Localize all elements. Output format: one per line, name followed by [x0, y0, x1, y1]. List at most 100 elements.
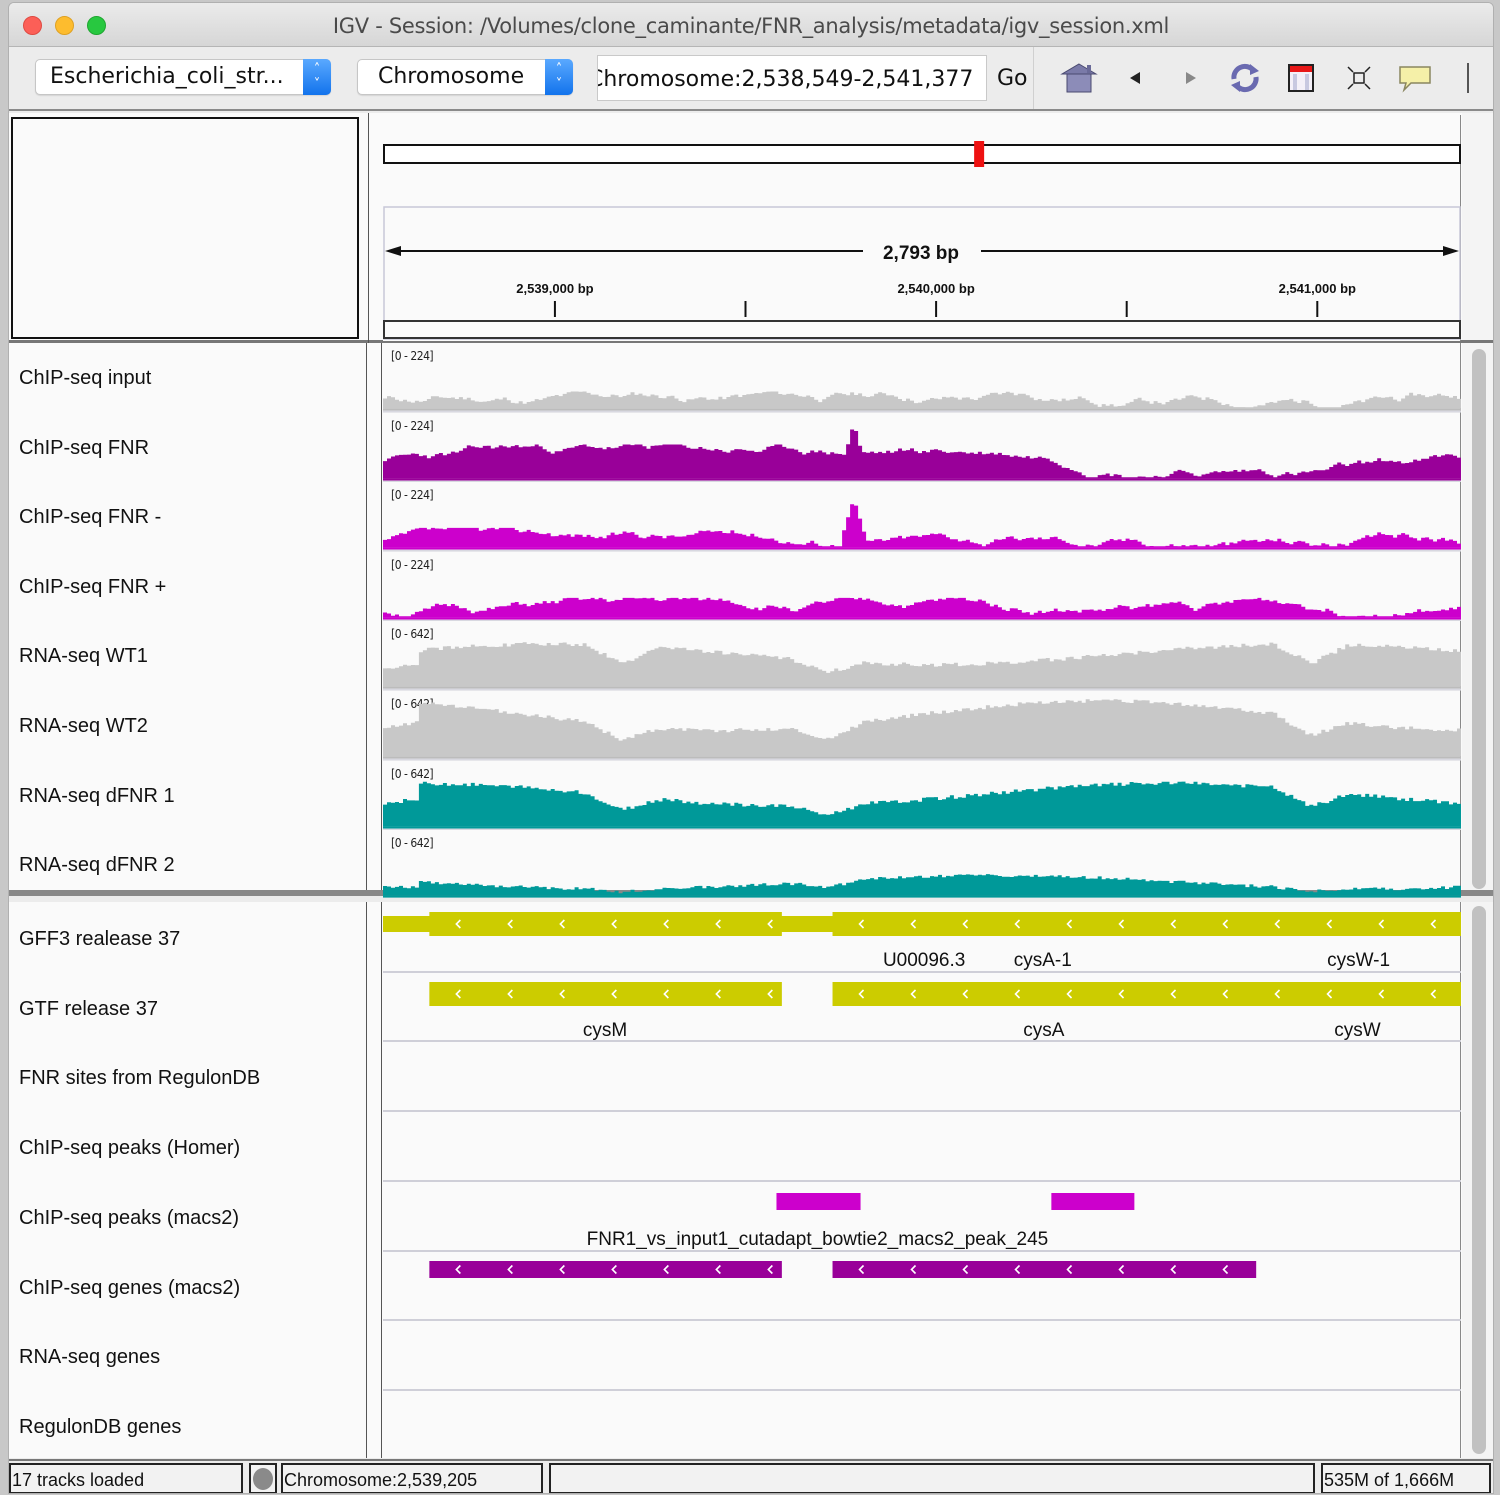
feature-label: cysA-1: [1013, 950, 1072, 971]
popup-info-icon[interactable]: [1395, 61, 1435, 95]
coverage-track: [383, 504, 1461, 552]
locus-input[interactable]: Chromosome:2,538,549-2,541,377: [597, 55, 987, 101]
coverage-track: [383, 391, 1461, 413]
track-name[interactable]: ChIP-seq FNR +: [19, 576, 166, 599]
data-panel-scrollbar[interactable]: [1462, 343, 1493, 890]
message-status: [549, 1463, 1315, 1493]
track-name[interactable]: ChIP-seq peaks (macs2): [19, 1207, 239, 1230]
feature-label: U00096.3: [882, 950, 966, 971]
data-panel: ChIP-seq input ChIP-seq FNR ChIP-seq FNR -…: [9, 343, 1493, 898]
feature-label: cysM: [582, 1019, 628, 1041]
track-baseline: [383, 478, 1461, 481]
ruler-tick-label: 2,541,000 bp: [1279, 281, 1356, 296]
track-name[interactable]: ChIP-seq input: [19, 367, 151, 390]
cursor-position-status: Chromosome:2,539,205: [281, 1463, 543, 1493]
track-name[interactable]: ChIP-seq genes (macs2): [19, 1277, 240, 1300]
coverage-area: [383, 504, 1461, 548]
attribute-column: [368, 902, 382, 1458]
track-baseline: [383, 547, 1461, 550]
refresh-icon[interactable]: [1225, 61, 1265, 95]
ruler-area[interactable]: 2,793 bp 2,539,000 bp 2,540,000 bp 2,541,0…: [383, 115, 1461, 341]
igv-window: IGV - Session: /Volumes/clone_caminante/…: [8, 2, 1494, 1494]
tracks-loaded-status: 17 tracks loaded: [9, 1463, 243, 1493]
chromosome-select-value: Chromosome: [378, 64, 525, 89]
track-name[interactable]: RNA-seq WT2: [19, 715, 148, 738]
chevron-updown-icon: ˄ ˅: [303, 59, 331, 95]
peak-feature[interactable]: [776, 1192, 861, 1210]
coverage-track: [383, 642, 1461, 691]
gene-feature[interactable]: [429, 1260, 782, 1278]
gene-feature[interactable]: [429, 981, 782, 1006]
track-name[interactable]: GTF release 37: [19, 998, 158, 1021]
activity-icon: [253, 1468, 273, 1490]
toolbar: Escherichia_coli_str... ˄ ˅ Chromosome ˄ ˅…: [9, 47, 1493, 111]
gene-feature[interactable]: [832, 912, 1461, 936]
status-bar: 17 tracks loaded Chromosome:2,539,205 53…: [9, 1459, 1493, 1493]
feature-panel-scrollbar[interactable]: [1462, 902, 1493, 1458]
feature-track-names: GFF3 realease 37 GTF release 37 FNR sites …: [9, 902, 367, 1458]
track-baseline: [383, 408, 1461, 411]
track-name[interactable]: RNA-seq WT1: [19, 645, 148, 668]
coverage-track: [383, 874, 1461, 898]
span-label: 2,793 bp: [883, 243, 959, 264]
title-bar: IGV - Session: /Volumes/clone_caminante/…: [9, 3, 1493, 47]
data-track-area[interactable]: [0 - 224] [0 - 224] [0 - 224] [0 - 224] [0 -…: [383, 343, 1461, 898]
feature-track: [429, 1260, 1257, 1278]
chevron-updown-icon: ˄ ˅: [545, 59, 573, 95]
track-name[interactable]: FNR sites from RegulonDB: [19, 1067, 260, 1090]
home-icon[interactable]: [1059, 61, 1099, 95]
coverage-area: [383, 391, 1461, 409]
attribute-column: [368, 343, 382, 890]
feature-label: cysA: [1023, 1019, 1065, 1041]
gene-feature[interactable]: [832, 1260, 1257, 1278]
ruler-tick-label: 2,539,000 bp: [516, 281, 593, 296]
coverage-track: [383, 699, 1461, 761]
feature-track: [383, 1111, 1461, 1181]
scroll-thumb[interactable]: [1472, 906, 1486, 1454]
track-name[interactable]: RNA-seq dFNR 1: [19, 785, 175, 808]
feature-label: cysW: [1334, 1019, 1381, 1041]
header-panel: 2,793 bp 2,539,000 bp 2,540,000 bp 2,541,0…: [9, 113, 1493, 343]
track-name[interactable]: RegulonDB genes: [19, 1416, 181, 1439]
track-name[interactable]: ChIP-seq FNR: [19, 437, 149, 460]
feature-track: [383, 1390, 1461, 1460]
memory-status: 535M of 1,666M: [1321, 1463, 1491, 1493]
feature-track: [383, 1041, 1461, 1111]
coverage-track: [383, 781, 1461, 831]
track-baseline: [383, 756, 1461, 759]
feature-label: cysW-1: [1327, 950, 1391, 971]
activity-indicator: [249, 1463, 277, 1493]
track-baseline: [383, 617, 1461, 620]
track-name[interactable]: RNA-seq dFNR 2: [19, 854, 175, 877]
feature-panel: GFF3 realease 37 GTF release 37 FNR sites …: [9, 902, 1493, 1458]
coverage-track: [383, 597, 1461, 622]
peak-feature[interactable]: [1051, 1192, 1135, 1210]
fit-window-icon[interactable]: [1339, 61, 1379, 95]
feature-track: [383, 1320, 1461, 1390]
track-name[interactable]: GFF3 realease 37: [19, 928, 180, 951]
toolbar-end-divider: [1467, 63, 1469, 93]
data-track-names: ChIP-seq input ChIP-seq FNR ChIP-seq FNR -…: [9, 343, 367, 890]
chromosome-select[interactable]: Chromosome ˄ ˅: [357, 59, 573, 95]
back-icon[interactable]: [1115, 61, 1155, 95]
genome-select[interactable]: Escherichia_coli_str... ˄ ˅: [35, 59, 331, 95]
track-baseline: [383, 895, 1461, 898]
name-header-box: [11, 117, 359, 339]
chromosome-ideogram: [383, 144, 1461, 164]
go-button[interactable]: Go: [997, 66, 1028, 91]
feature-track-area[interactable]: U00096.3 cysA-1 cysW-1 cysM cysA cysW FNR1_vs_…: [383, 902, 1461, 1458]
forward-icon[interactable]: [1171, 61, 1211, 95]
roi-icon[interactable]: [1281, 61, 1321, 95]
ruler-tick-label: 2,540,000 bp: [897, 281, 974, 296]
track-name[interactable]: ChIP-seq FNR -: [19, 506, 161, 529]
track-name[interactable]: RNA-seq genes: [19, 1346, 160, 1369]
gene-feature[interactable]: [429, 912, 782, 936]
track-baseline: [383, 826, 1461, 829]
track-baseline: [383, 686, 1461, 689]
scroll-thumb[interactable]: [1472, 349, 1486, 889]
genome-select-value: Escherichia_coli_str...: [50, 64, 284, 89]
track-name[interactable]: ChIP-seq peaks (Homer): [19, 1137, 240, 1160]
coverage-area: [383, 597, 1461, 618]
feature-track: [429, 981, 1461, 1006]
gene-feature[interactable]: [832, 981, 1461, 1006]
